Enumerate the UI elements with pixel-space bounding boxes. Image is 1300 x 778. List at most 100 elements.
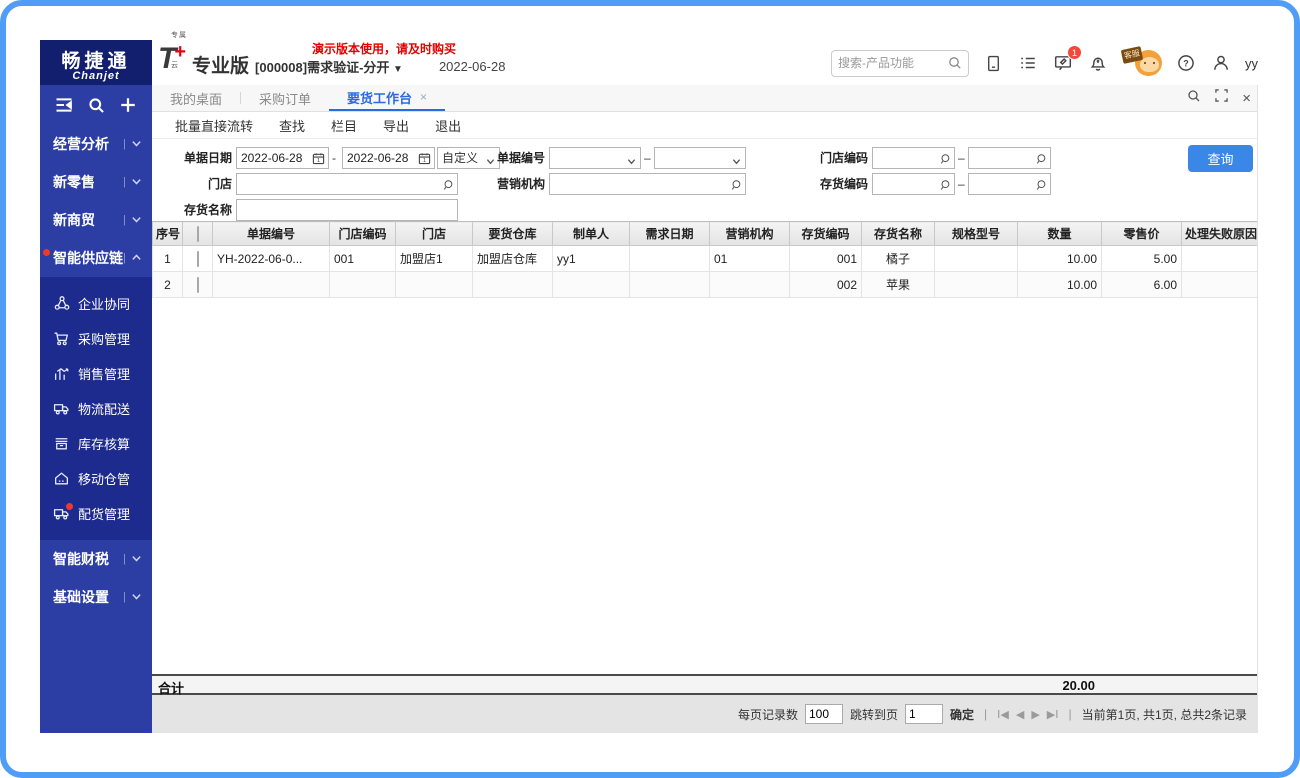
cell-check[interactable] bbox=[182, 245, 213, 272]
prev-page-icon[interactable]: ◀ bbox=[1016, 708, 1024, 721]
calendar-icon[interactable]: 1 bbox=[312, 151, 325, 171]
date-to-input[interactable]: 2022-06-28 1 bbox=[342, 147, 435, 169]
inv-code-from-input[interactable] bbox=[872, 173, 955, 195]
column-header-制单人[interactable]: 制单人 bbox=[552, 221, 630, 246]
device-icon[interactable] bbox=[982, 52, 1004, 74]
sidebar-group-新商贸[interactable]: 新商贸 | bbox=[40, 201, 152, 239]
notification-bell-icon[interactable] bbox=[1087, 52, 1109, 74]
fullscreen-icon[interactable] bbox=[1215, 89, 1228, 107]
sidebar-item-label: 采购管理 bbox=[78, 332, 131, 347]
sidebar-group-经营分析[interactable]: 经营分析 | bbox=[40, 125, 152, 163]
store-code-from-input[interactable] bbox=[872, 147, 955, 169]
column-header-checkbox[interactable] bbox=[182, 221, 213, 246]
chevron-down-icon bbox=[627, 152, 636, 172]
archive-icon bbox=[53, 435, 70, 452]
collapse-menu-icon[interactable] bbox=[53, 94, 75, 116]
column-header-营销机构[interactable]: 营销机构 bbox=[709, 221, 790, 246]
column-header-处理失败原因[interactable]: 处理失败原因 bbox=[1181, 221, 1257, 246]
store-input[interactable] bbox=[236, 173, 458, 195]
sidebar-group-智能供应链[interactable]: 智能供应链 | bbox=[40, 239, 152, 277]
docno-to-select[interactable] bbox=[654, 147, 746, 169]
sidebar-item-物流配送[interactable]: 物流配送 bbox=[40, 391, 152, 426]
goto-page-input[interactable] bbox=[905, 704, 943, 724]
cell-check[interactable] bbox=[182, 271, 213, 298]
tab-我的桌面[interactable]: 我的桌面 bbox=[152, 85, 240, 111]
add-icon[interactable] bbox=[117, 94, 139, 116]
lookup-icon[interactable] bbox=[1035, 177, 1047, 197]
username-label[interactable]: yy bbox=[1245, 56, 1258, 71]
group-separator: | bbox=[123, 591, 126, 603]
checklist-icon[interactable] bbox=[1017, 52, 1039, 74]
sidebar-search-icon[interactable] bbox=[85, 94, 107, 116]
column-header-需求日期[interactable]: 需求日期 bbox=[629, 221, 710, 246]
toolbar-button-栏目[interactable]: 栏目 bbox=[318, 116, 370, 135]
row-checkbox[interactable] bbox=[196, 250, 199, 267]
cart-icon bbox=[53, 330, 70, 347]
help-icon[interactable]: ? bbox=[1175, 52, 1197, 74]
new-badge-dot bbox=[43, 249, 50, 256]
column-header-规格型号[interactable]: 规格型号 bbox=[934, 221, 1018, 246]
close-tab-icon[interactable]: × bbox=[1242, 90, 1251, 107]
message-icon[interactable]: 1 bbox=[1052, 45, 1082, 74]
tab-search-icon[interactable] bbox=[1187, 89, 1201, 108]
support-mascot-icon[interactable]: 客服 bbox=[1120, 46, 1162, 78]
lookup-icon[interactable] bbox=[939, 151, 951, 171]
select-all-checkbox[interactable] bbox=[196, 225, 199, 242]
last-page-icon[interactable]: ▶Ⅰ bbox=[1047, 708, 1059, 721]
column-header-单据编号[interactable]: 单据编号 bbox=[212, 221, 330, 246]
tab-要货工作台[interactable]: 要货工作台 × bbox=[329, 85, 446, 111]
lookup-icon[interactable] bbox=[730, 177, 742, 197]
first-page-icon[interactable]: Ⅰ◀ bbox=[997, 708, 1009, 721]
column-header-存货名称[interactable]: 存货名称 bbox=[861, 221, 935, 246]
next-page-icon[interactable]: ▶ bbox=[1031, 708, 1039, 721]
column-header-门店[interactable]: 门店 bbox=[395, 221, 473, 246]
inv-name-input[interactable] bbox=[236, 199, 458, 221]
sidebar-item-采购管理[interactable]: 采购管理 bbox=[40, 321, 152, 356]
chart-icon bbox=[53, 365, 70, 382]
column-header-序号[interactable]: 序号 bbox=[152, 221, 183, 246]
product-search-input[interactable] bbox=[832, 50, 940, 76]
sidebar-group-智能财税[interactable]: 智能财税 | bbox=[40, 540, 152, 578]
cell-fail_reason bbox=[1181, 271, 1257, 298]
table-row: 1 YH-2022-06-0... 001 加盟店1 加盟店仓库 yy1 01 001 橘子 10… bbox=[152, 245, 1257, 272]
sidebar-item-库存核算[interactable]: 库存核算 bbox=[40, 426, 152, 461]
inv-code-to-input[interactable] bbox=[968, 173, 1051, 195]
toolbar-button-批量直接流转[interactable]: 批量直接流转 bbox=[162, 116, 266, 135]
sidebar-item-移动仓管[interactable]: 移动仓管 bbox=[40, 461, 152, 496]
date-from-input[interactable]: 2022-06-28 1 bbox=[236, 147, 329, 169]
close-icon[interactable]: × bbox=[420, 90, 427, 104]
column-header-零售价[interactable]: 零售价 bbox=[1101, 221, 1182, 246]
query-button[interactable]: 查询 bbox=[1188, 145, 1253, 172]
column-header-要货仓库[interactable]: 要货仓库 bbox=[472, 221, 553, 246]
row-checkbox[interactable] bbox=[196, 276, 199, 293]
toolbar-button-查找[interactable]: 查找 bbox=[266, 116, 318, 135]
docno-from-select[interactable] bbox=[549, 147, 641, 169]
column-header-存货编码[interactable]: 存货编码 bbox=[789, 221, 862, 246]
calendar-icon[interactable]: 1 bbox=[418, 151, 431, 171]
lookup-icon[interactable] bbox=[442, 177, 454, 197]
org-input[interactable] bbox=[549, 173, 746, 195]
sidebar-group-基础设置[interactable]: 基础设置 | bbox=[40, 578, 152, 616]
page-size-input[interactable] bbox=[804, 704, 843, 724]
goto-page-label: 跳转到页 bbox=[849, 707, 898, 722]
lookup-icon[interactable] bbox=[939, 177, 951, 197]
store-code-to-input[interactable] bbox=[968, 147, 1051, 169]
toolbar-button-导出[interactable]: 导出 bbox=[370, 116, 422, 135]
cell-wh: 加盟店仓库 bbox=[472, 245, 553, 272]
toolbar: 批量直接流转 查找 栏目 导出 退出 bbox=[152, 112, 1257, 139]
sidebar-group-新零售[interactable]: 新零售 | bbox=[40, 163, 152, 201]
sidebar-item-企业协同[interactable]: 企业协同 bbox=[40, 286, 152, 321]
confirm-goto-button[interactable]: 确定 bbox=[950, 706, 974, 723]
column-header-门店编码[interactable]: 门店编码 bbox=[329, 221, 396, 246]
user-icon[interactable] bbox=[1210, 52, 1232, 74]
account-switcher[interactable]: [000008]需求验证-分开 ▼ bbox=[255, 57, 403, 76]
sidebar-item-配货管理[interactable]: 配货管理 bbox=[40, 496, 152, 531]
sidebar-item-销售管理[interactable]: 销售管理 bbox=[40, 356, 152, 391]
product-search[interactable] bbox=[831, 49, 969, 77]
cell-need_date bbox=[629, 245, 710, 272]
toolbar-button-退出[interactable]: 退出 bbox=[422, 116, 474, 135]
column-header-数量[interactable]: 数量 bbox=[1017, 221, 1102, 246]
tab-采购订单[interactable]: 采购订单 bbox=[241, 85, 329, 111]
app-window: 畅捷通 Chanjet 演示版本使用，请及时购买 T+ 专属云 专业版 [0000… bbox=[0, 0, 1300, 778]
lookup-icon[interactable] bbox=[1035, 151, 1047, 171]
